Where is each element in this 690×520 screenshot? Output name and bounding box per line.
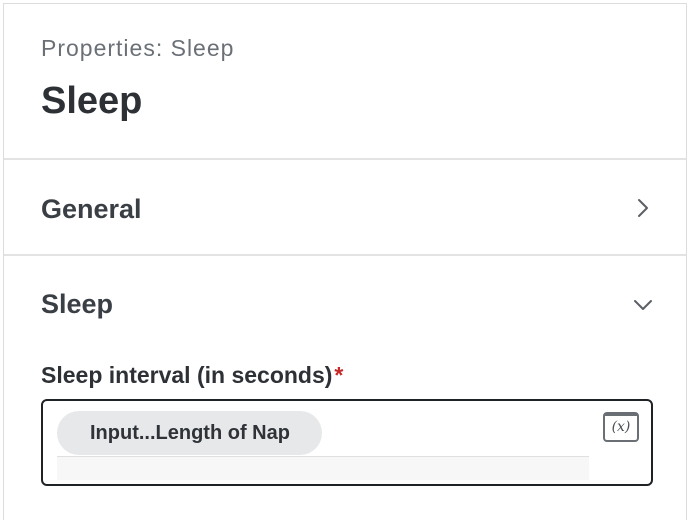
required-marker: * (334, 362, 344, 388)
section-sleep-label: Sleep (41, 289, 114, 319)
section-general-toggle[interactable]: General (4, 160, 686, 256)
panel-title: Sleep (41, 80, 143, 122)
variable-chip[interactable]: Input...Length of Nap (57, 411, 322, 455)
sleep-interval-input[interactable]: Input...Length of Nap (x) (41, 399, 653, 486)
section-general-label: General (41, 194, 142, 224)
sleep-interval-label: Sleep interval (in seconds)* (41, 362, 343, 389)
panel-header: Properties: Sleep Sleep (4, 4, 686, 160)
section-sleep-toggle[interactable]: Sleep (4, 256, 686, 352)
properties-panel: Properties: Sleep Sleep General Sleep Sl… (3, 3, 687, 520)
input-text-area[interactable] (57, 456, 589, 480)
sleep-interval-label-text: Sleep interval (in seconds) (41, 362, 333, 388)
insert-variable-icon[interactable]: (x) (603, 412, 639, 442)
chevron-down-icon (634, 300, 652, 310)
panel-subtitle: Properties: Sleep (41, 35, 235, 61)
chevron-right-icon (638, 199, 648, 217)
